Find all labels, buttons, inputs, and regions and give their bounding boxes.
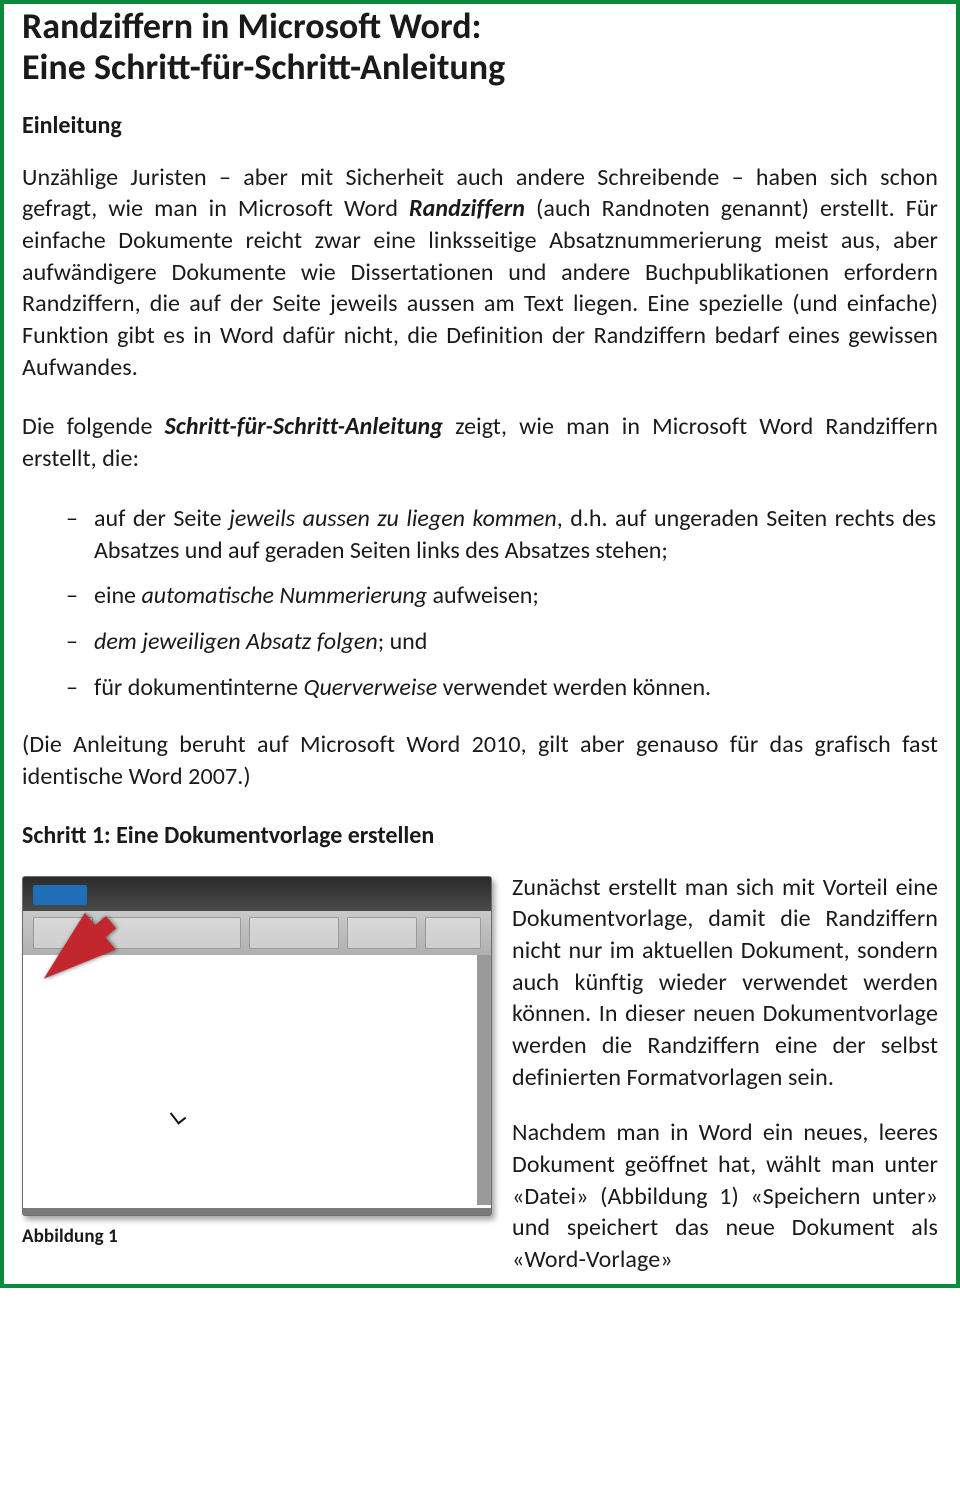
b3-post: ; und (378, 627, 428, 656)
b1-pre: auf der Seite (94, 504, 229, 533)
figure-1: Abbildung 1 (22, 876, 492, 1249)
list-item: für dokumentinterne Querverweise verwend… (66, 672, 936, 704)
intro-paragraph: Unzählige Juristen – aber mit Sicherheit… (22, 162, 938, 384)
ribbon-group (347, 917, 417, 949)
ribbon-group (249, 917, 339, 949)
section-heading-step1: Schritt 1: Eine Dokumentvorlage erstelle… (22, 821, 938, 850)
b4-italic: Querverweise (304, 673, 438, 702)
ribbon-group (101, 917, 241, 949)
b4-pre: für dokumentinterne (94, 673, 304, 702)
list-item: auf der Seite jeweils aussen zu liegen k… (66, 503, 936, 566)
figure-1-thumbnail (22, 876, 492, 1216)
note-paragraph: (Die Anleitung beruht auf Microsoft Word… (22, 729, 938, 792)
b2-post: aufweisen; (427, 581, 539, 610)
b2-italic: automatische Nummerierung (141, 581, 427, 610)
lead-pre: Die folgende (22, 412, 165, 441)
figure-1-caption: Abbildung 1 (22, 1222, 492, 1249)
step1-body: Abbildung 1 Zunächst erstellt man sich m… (22, 872, 938, 1276)
word-titlebar-mock (23, 877, 491, 911)
title-line-1: Randziffern in Microsoft Word: (22, 4, 482, 48)
page-title: Randziffern in Microsoft Word: Eine Schr… (22, 6, 938, 89)
b4-post: verwendet werden können. (437, 673, 711, 702)
document-page-mock (63, 969, 463, 1201)
b3-italic: dem jeweiligen Absatz folgen (94, 627, 378, 656)
bullet-list: auf der Seite jeweils aussen zu liegen k… (66, 503, 936, 703)
section-heading-intro: Einleitung (22, 111, 938, 140)
b2-pre: eine (94, 581, 141, 610)
b1-italic: jeweils aussen zu liegen kommen (229, 504, 557, 533)
list-item: eine automatische Nummerierung aufweisen… (66, 580, 936, 612)
word-file-tab-mock (33, 885, 87, 905)
list-item: dem jeweiligen Absatz folgen; und (66, 626, 936, 658)
intro-keyword: Randziffern (409, 194, 525, 223)
scrollbar-mock (477, 955, 491, 1205)
lead-paragraph: Die folgende Schritt-für-Schritt-Anleitu… (22, 411, 938, 474)
lead-keyword: Schritt-für-Schritt-Anleitung (165, 412, 443, 441)
title-line-2: Eine Schritt-für-Schritt-Anleitung (22, 45, 505, 89)
ribbon-group (425, 917, 481, 949)
